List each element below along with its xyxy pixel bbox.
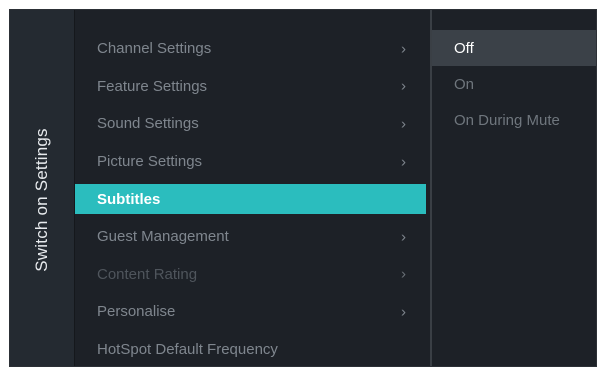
menu-item-label: Channel Settings <box>97 40 212 58</box>
panel-title: Switch on Settings <box>32 128 51 272</box>
option-label: Off <box>454 39 474 57</box>
menu-item-sound-settings[interactable]: Sound Settings › <box>75 105 426 143</box>
menu-item-label: Subtitles <box>97 190 161 208</box>
side-tab: Switch on Settings <box>10 10 75 366</box>
chevron-right-icon: › <box>401 40 406 58</box>
option-label: On <box>454 75 475 93</box>
menu-item-label: Feature Settings <box>97 77 208 95</box>
chevron-right-icon: › <box>401 265 406 283</box>
chevron-right-icon: › <box>401 228 406 246</box>
subtitle-options: Off On On During Mute <box>432 30 596 138</box>
menu-item-personalise[interactable]: Personalise › <box>75 293 426 331</box>
option-off[interactable]: Off <box>432 30 596 66</box>
menu-item-label: HotSpot Default Frequency <box>97 341 278 359</box>
settings-screen: Switch on Settings Channel Settings › Fe… <box>9 9 597 367</box>
menu-item-label: Guest Management <box>97 228 229 246</box>
menu-item-hotspot-default-frequency[interactable]: HotSpot Default Frequency <box>75 331 426 366</box>
settings-menu: Channel Settings › Feature Settings › So… <box>75 30 426 366</box>
menu-item-content-rating[interactable]: Content Rating › <box>75 256 426 294</box>
menu-item-label: Personalise <box>97 303 176 321</box>
menu-item-feature-settings[interactable]: Feature Settings › <box>75 68 426 106</box>
menu-item-label: Content Rating <box>97 265 198 283</box>
chevron-right-icon: › <box>401 303 406 321</box>
menu-item-channel-settings[interactable]: Channel Settings › <box>75 30 426 68</box>
option-on-during-mute[interactable]: On During Mute <box>432 102 596 138</box>
menu-item-label: Sound Settings <box>97 115 199 133</box>
option-on[interactable]: On <box>432 66 596 102</box>
menu-item-subtitles[interactable]: Subtitles <box>75 184 426 215</box>
chevron-right-icon: › <box>401 153 406 171</box>
menu-item-guest-management[interactable]: Guest Management › <box>75 218 426 256</box>
option-label: On During Mute <box>454 111 560 129</box>
chevron-right-icon: › <box>401 77 406 95</box>
menu-item-picture-settings[interactable]: Picture Settings › <box>75 143 426 181</box>
menu-item-label: Picture Settings <box>97 153 203 171</box>
chevron-right-icon: › <box>401 115 406 133</box>
